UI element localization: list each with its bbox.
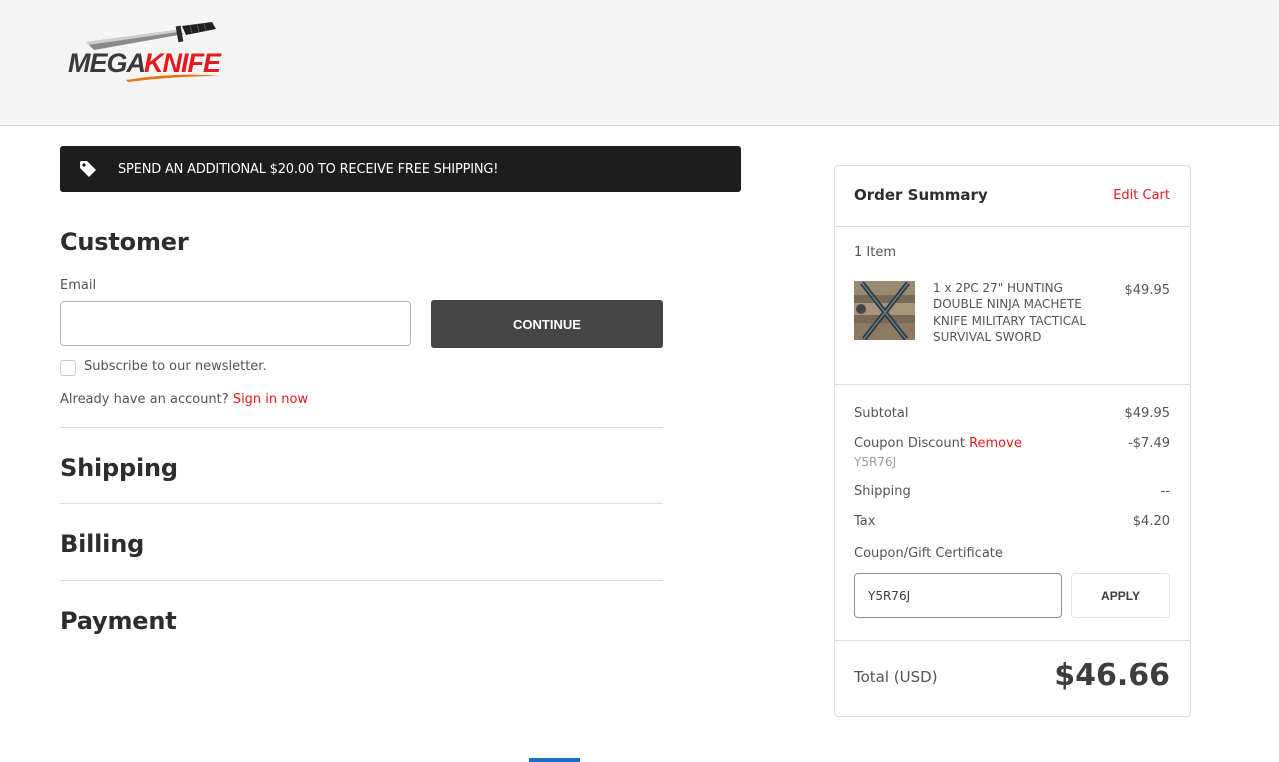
email-label: Email [60,278,97,293]
summary-divider [835,384,1190,385]
edit-cart-link[interactable]: Edit Cart [1113,188,1170,203]
coupon-discount-row: Coupon Discount Remove [854,436,1022,451]
total-value: $46.66 [1054,658,1170,693]
site-header: MEGA KNIFE [0,0,1279,126]
newsletter-checkbox[interactable] [60,360,76,376]
coupon-code-input[interactable]: Y5R76J [854,573,1062,618]
customer-heading: Customer [60,228,189,256]
order-summary: Order Summary Edit Cart 1 Item 1 x 2PC 2… [834,165,1191,717]
email-field[interactable] [60,301,411,346]
continue-button[interactable]: CONTINUE [431,300,663,348]
shipping-heading[interactable]: Shipping [60,454,178,482]
tax-value: $4.20 [1132,514,1170,529]
summary-divider [835,226,1190,227]
payment-heading[interactable]: Payment [60,607,177,635]
sign-in-link[interactable]: Sign in now [233,392,308,407]
gift-certificate-label: Coupon/Gift Certificate [854,546,1003,561]
coupon-discount-label: Coupon Discount [854,436,965,451]
shipping-label: Shipping [854,484,911,499]
subtotal-value: $49.95 [1124,406,1171,421]
svg-text:KNIFE: KNIFE [144,48,222,78]
coupon-discount-value: -$7.49 [1128,436,1170,451]
divider [60,503,663,504]
remove-coupon-link[interactable]: Remove [969,436,1022,451]
newsletter-label: Subscribe to our newsletter. [84,359,267,374]
total-label: Total (USD) [854,668,938,686]
tax-label: Tax [854,514,876,529]
summary-divider [835,640,1190,641]
free-shipping-text: SPEND AN ADDITIONAL $20.00 TO RECEIVE FR… [118,161,499,177]
order-summary-title: Order Summary [854,186,988,204]
svg-text:MEGA: MEGA [68,48,145,78]
product-thumbnail [854,281,915,340]
tag-icon [79,159,99,179]
applied-coupon-code: Y5R76J [854,455,897,469]
billing-heading[interactable]: Billing [60,530,144,558]
product-price: $49.95 [1124,283,1171,298]
megaknife-logo[interactable]: MEGA KNIFE [66,20,226,84]
subtotal-label: Subtotal [854,406,909,421]
product-name: 1 x 2PC 27" HUNTING DOUBLE NINJA MACHETE… [933,281,1087,345]
divider [60,427,663,428]
apply-button[interactable]: APPLY [1071,573,1170,618]
divider [60,580,663,581]
item-count: 1 Item [854,245,896,260]
account-prompt: Already have an account? Sign in now [60,392,308,407]
free-shipping-banner: SPEND AN ADDITIONAL $20.00 TO RECEIVE FR… [60,146,741,192]
account-prompt-text: Already have an account? [60,392,229,407]
shipping-value: -- [1160,484,1170,499]
scroll-indicator [529,758,580,762]
